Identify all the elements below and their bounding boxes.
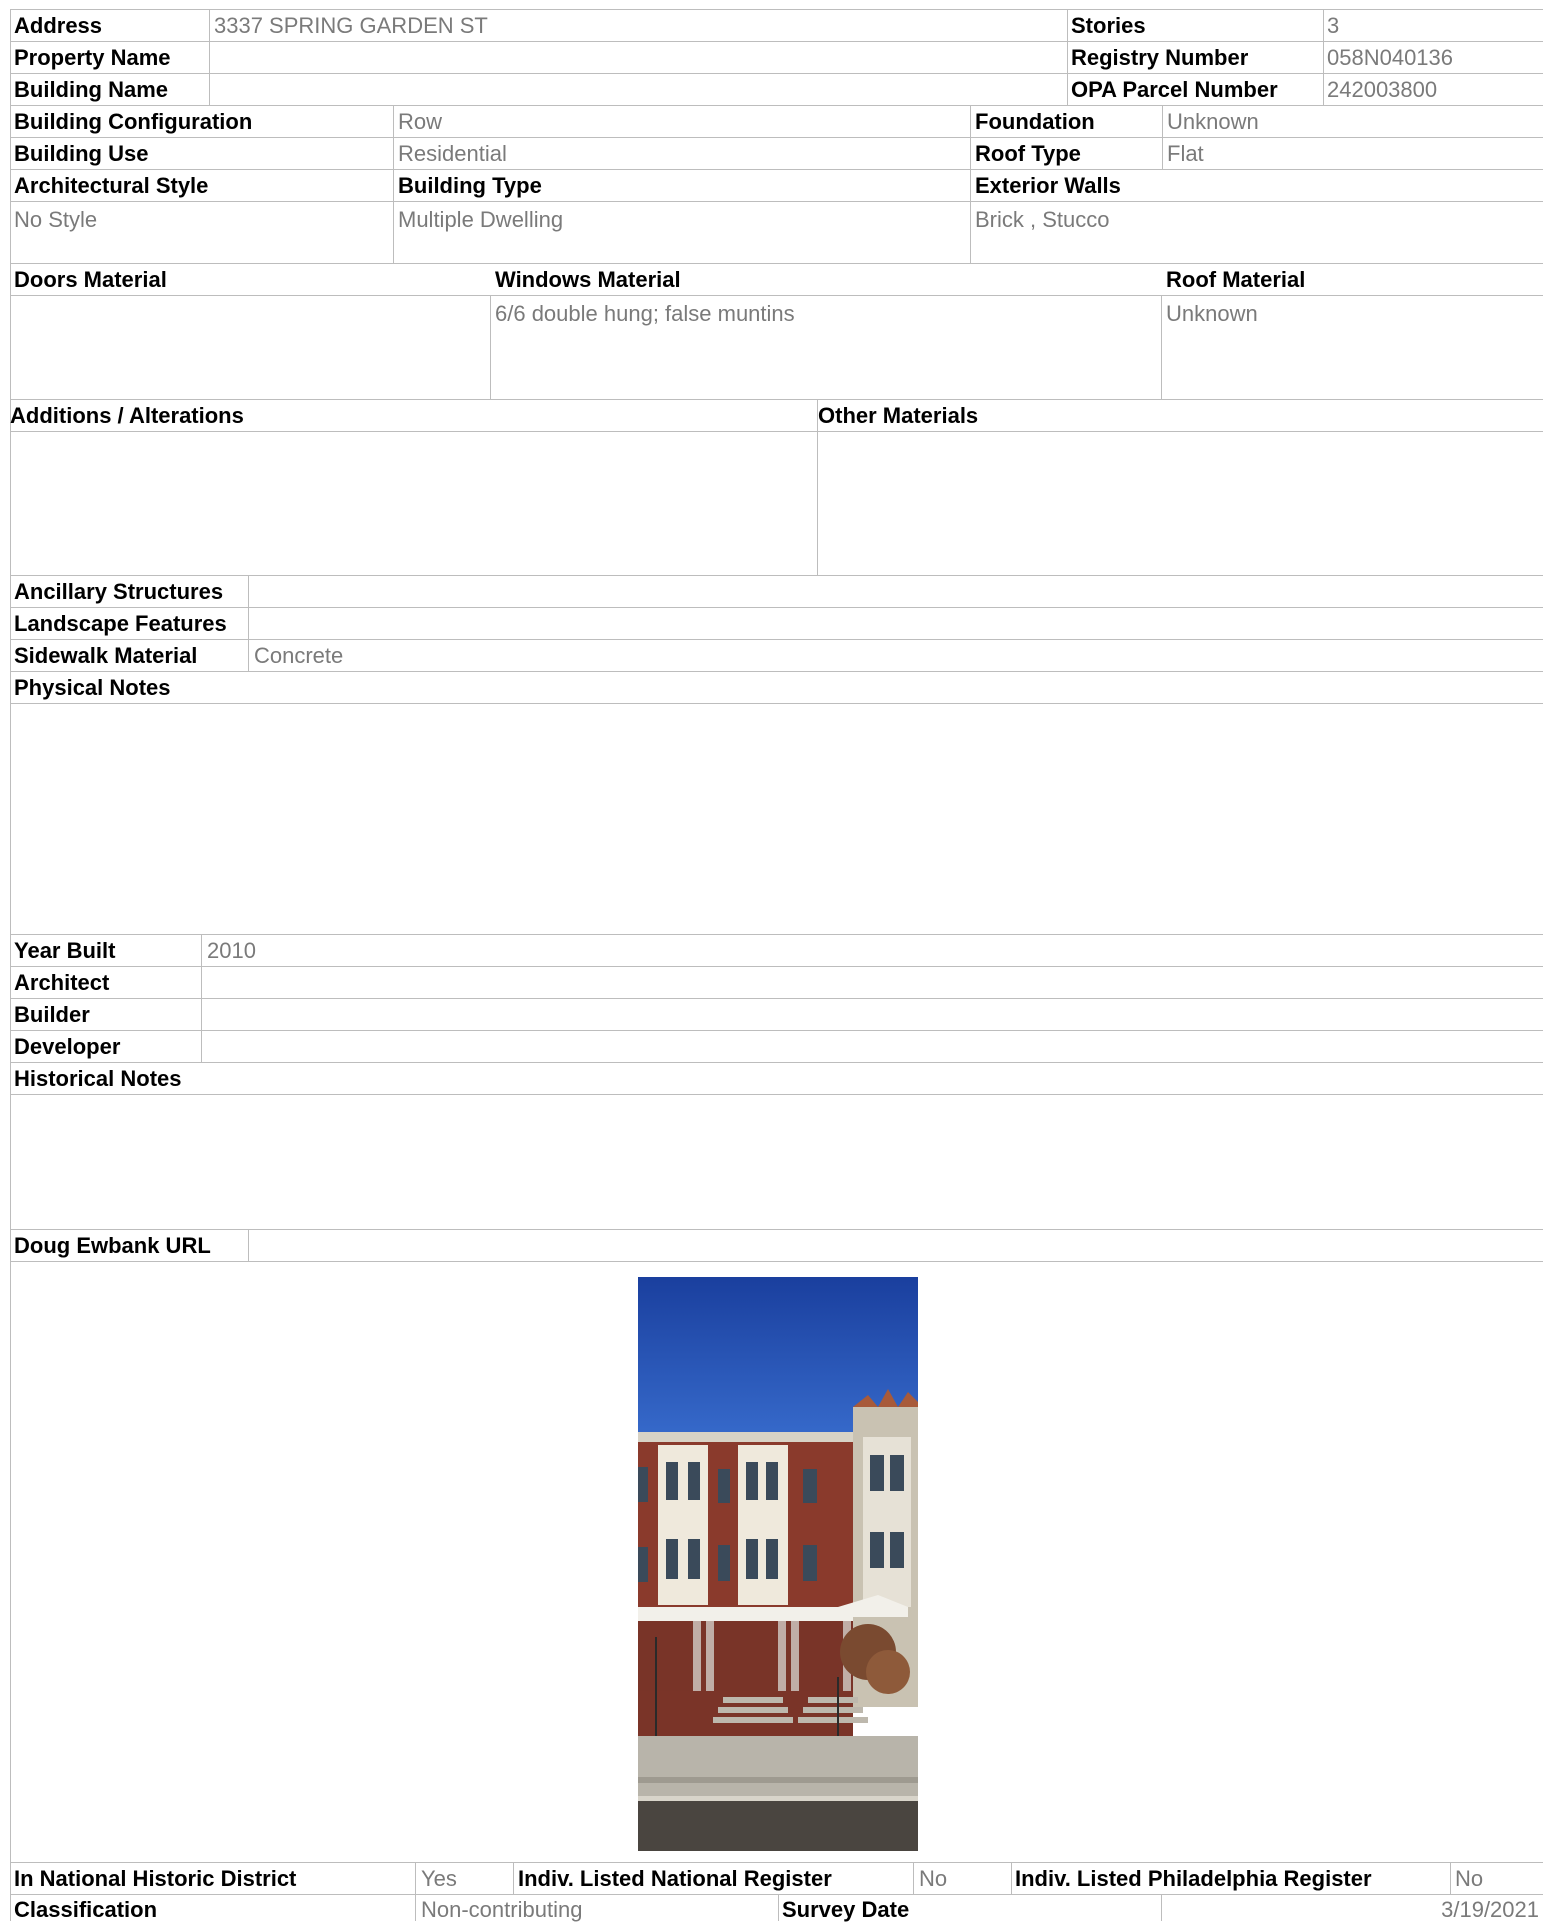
roof-material-value: Unknown: [1166, 301, 1258, 326]
national-register-label: Indiv. Listed National Register: [518, 1866, 832, 1891]
physical-notes-label: Physical Notes: [14, 675, 171, 700]
opa-parcel-number-label: OPA Parcel Number: [1071, 77, 1278, 102]
developer-label: Developer: [14, 1034, 121, 1059]
building-use-label: Building Use: [14, 141, 149, 166]
opa-parcel-number-value: 242003800: [1327, 77, 1438, 102]
building-photo: [638, 1277, 918, 1851]
additions-alterations-label: Additions / Alterations: [10, 403, 244, 428]
building-use-value: Residential: [398, 141, 507, 166]
architect-label: Architect: [14, 970, 110, 995]
windows-material-label: Windows Material: [495, 267, 681, 292]
building-type-value: Multiple Dwelling: [398, 207, 564, 232]
registry-number-value: 058N040136: [1327, 45, 1454, 70]
philadelphia-register-value: No: [1455, 1866, 1484, 1891]
building-type-label: Building Type: [398, 173, 542, 198]
sidewalk-material-label: Sidewalk Material: [14, 643, 198, 668]
exterior-walls-label: Exterior Walls: [975, 173, 1121, 198]
year-built-label: Year Built: [14, 938, 116, 963]
builder-label: Builder: [14, 1002, 90, 1027]
other-materials-label: Other Materials: [818, 403, 979, 428]
building-configuration-value: Row: [398, 109, 443, 134]
building-configuration-label: Building Configuration: [14, 109, 253, 134]
doors-material-label: Doors Material: [14, 267, 167, 292]
roof-type-value: Flat: [1167, 141, 1204, 166]
foundation-label: Foundation: [975, 109, 1095, 134]
philadelphia-register-label: Indiv. Listed Philadelphia Register: [1015, 1866, 1372, 1891]
building-name-label: Building Name: [14, 77, 169, 102]
year-built-value: 2010: [207, 938, 256, 963]
property-name-label: Property Name: [14, 45, 171, 70]
stories-label: Stories: [1071, 13, 1146, 38]
foundation-value: Unknown: [1167, 109, 1259, 134]
stories-value: 3: [1327, 13, 1340, 38]
landscape-features-label: Landscape Features: [14, 611, 227, 636]
doug-ewbank-url-label: Doug Ewbank URL: [14, 1233, 211, 1258]
roof-material-label: Roof Material: [1166, 267, 1306, 292]
national-register-value: No: [919, 1866, 948, 1891]
exterior-walls-value: Brick , Stucco: [975, 207, 1110, 232]
address-value: 3337 SPRING GARDEN ST: [214, 13, 488, 38]
sidewalk-material-value: Concrete: [254, 643, 344, 668]
historical-notes-label: Historical Notes: [14, 1066, 182, 1091]
registry-number-label: Registry Number: [1071, 45, 1249, 70]
address-label: Address: [14, 13, 103, 38]
architectural-style-value: No Style: [14, 207, 98, 232]
ancillary-structures-label: Ancillary Structures: [14, 579, 224, 604]
national-historic-district-label: In National Historic District: [14, 1866, 297, 1891]
roof-type-label: Roof Type: [975, 141, 1081, 166]
national-historic-district-value: Yes: [421, 1866, 457, 1891]
property-survey-form: Address 3337 SPRING GARDEN ST Stories 3 …: [0, 0, 1543, 1922]
architectural-style-label: Architectural Style: [14, 173, 209, 198]
windows-material-value: 6/6 double hung; false muntins: [495, 301, 795, 326]
